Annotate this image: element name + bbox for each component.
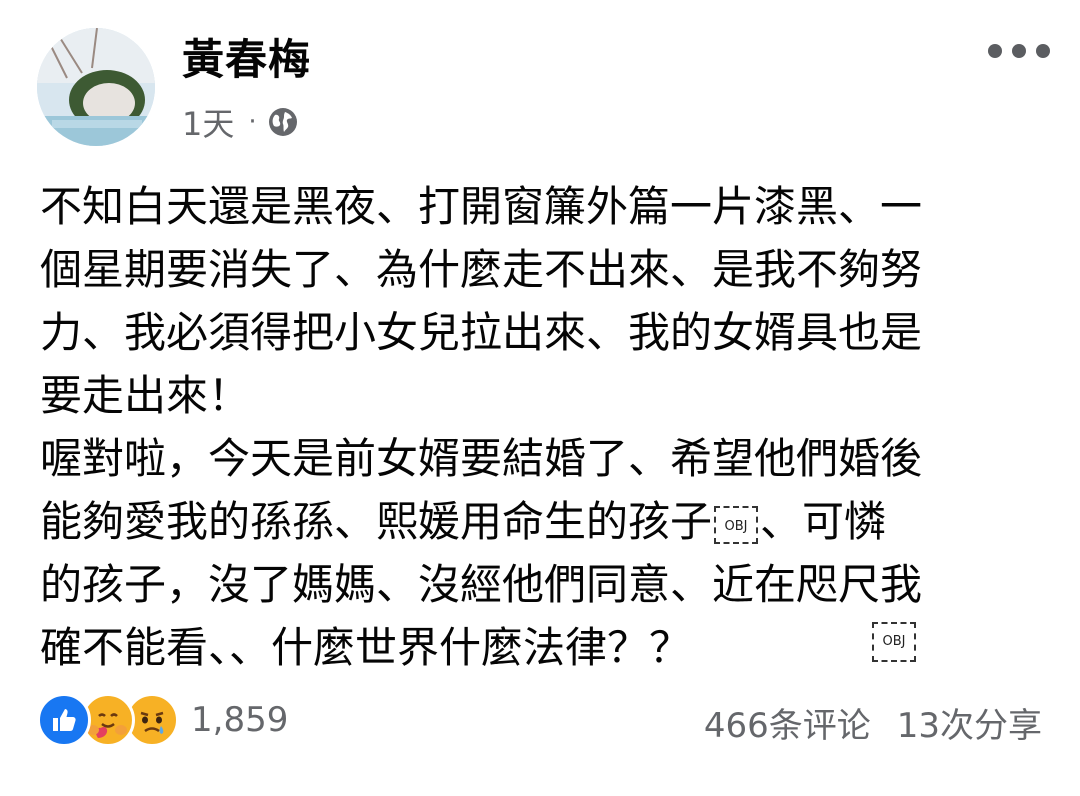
- post-line-part: 、可憐: [760, 497, 887, 546]
- globe-icon[interactable]: [267, 106, 299, 138]
- object-placeholder-icon: OBJ: [872, 622, 916, 662]
- comments-count-link[interactable]: 466条评论: [704, 698, 871, 747]
- facebook-post: 黃春梅 1天 · 不知白天還是黑夜、打開窗簾外篇一片漆黑、一 個星期要消失了、為…: [0, 0, 1080, 796]
- meta-separator: ·: [248, 107, 257, 137]
- post-line: 不知白天還是黑夜、打開窗簾外篇一片漆黑、一: [40, 182, 923, 231]
- post-line: 要走出來！: [40, 371, 251, 420]
- reaction-count: 1,859: [191, 700, 289, 740]
- author-name[interactable]: 黃春梅: [182, 30, 311, 90]
- post-line-part: 能夠愛我的孫孫、熙媛用命生的孩子: [40, 497, 713, 546]
- post-time[interactable]: 1天: [182, 99, 234, 145]
- engagement-stats: 466条评论 13次分享: [704, 696, 1042, 748]
- post-line: 喔對啦，今天是前女婿要結婚了、希望他們婚後: [40, 434, 923, 483]
- post-line-with-object: 能夠愛我的孫孫、熙媛用命生的孩子 OBJ 、可憐: [40, 490, 1050, 553]
- avatar[interactable]: [37, 28, 155, 146]
- post-meta: 1天 ·: [182, 100, 299, 144]
- like-icon: [37, 693, 91, 747]
- shares-count-link[interactable]: 13次分享: [897, 698, 1042, 747]
- more-options-icon[interactable]: [988, 34, 1050, 68]
- reactions-summary[interactable]: 1,859: [37, 693, 289, 747]
- more-dot: [1036, 44, 1050, 58]
- post-line: 的孩子，沒了媽媽、沒經他們同意、近在咫尺我: [40, 560, 923, 609]
- more-dot: [1012, 44, 1026, 58]
- object-placeholder-icon: OBJ: [714, 505, 759, 544]
- post-line: 力、我必須得把小女兒拉出來、我的女婿具也是: [40, 308, 923, 357]
- more-dot: [988, 44, 1002, 58]
- post-text: 不知白天還是黑夜、打開窗簾外篇一片漆黑、一 個星期要消失了、為什麼走不出來、是我…: [40, 175, 1050, 679]
- post-line: 個星期要消失了、為什麼走不出來、是我不夠努: [40, 245, 923, 294]
- avatar-image: [37, 28, 155, 146]
